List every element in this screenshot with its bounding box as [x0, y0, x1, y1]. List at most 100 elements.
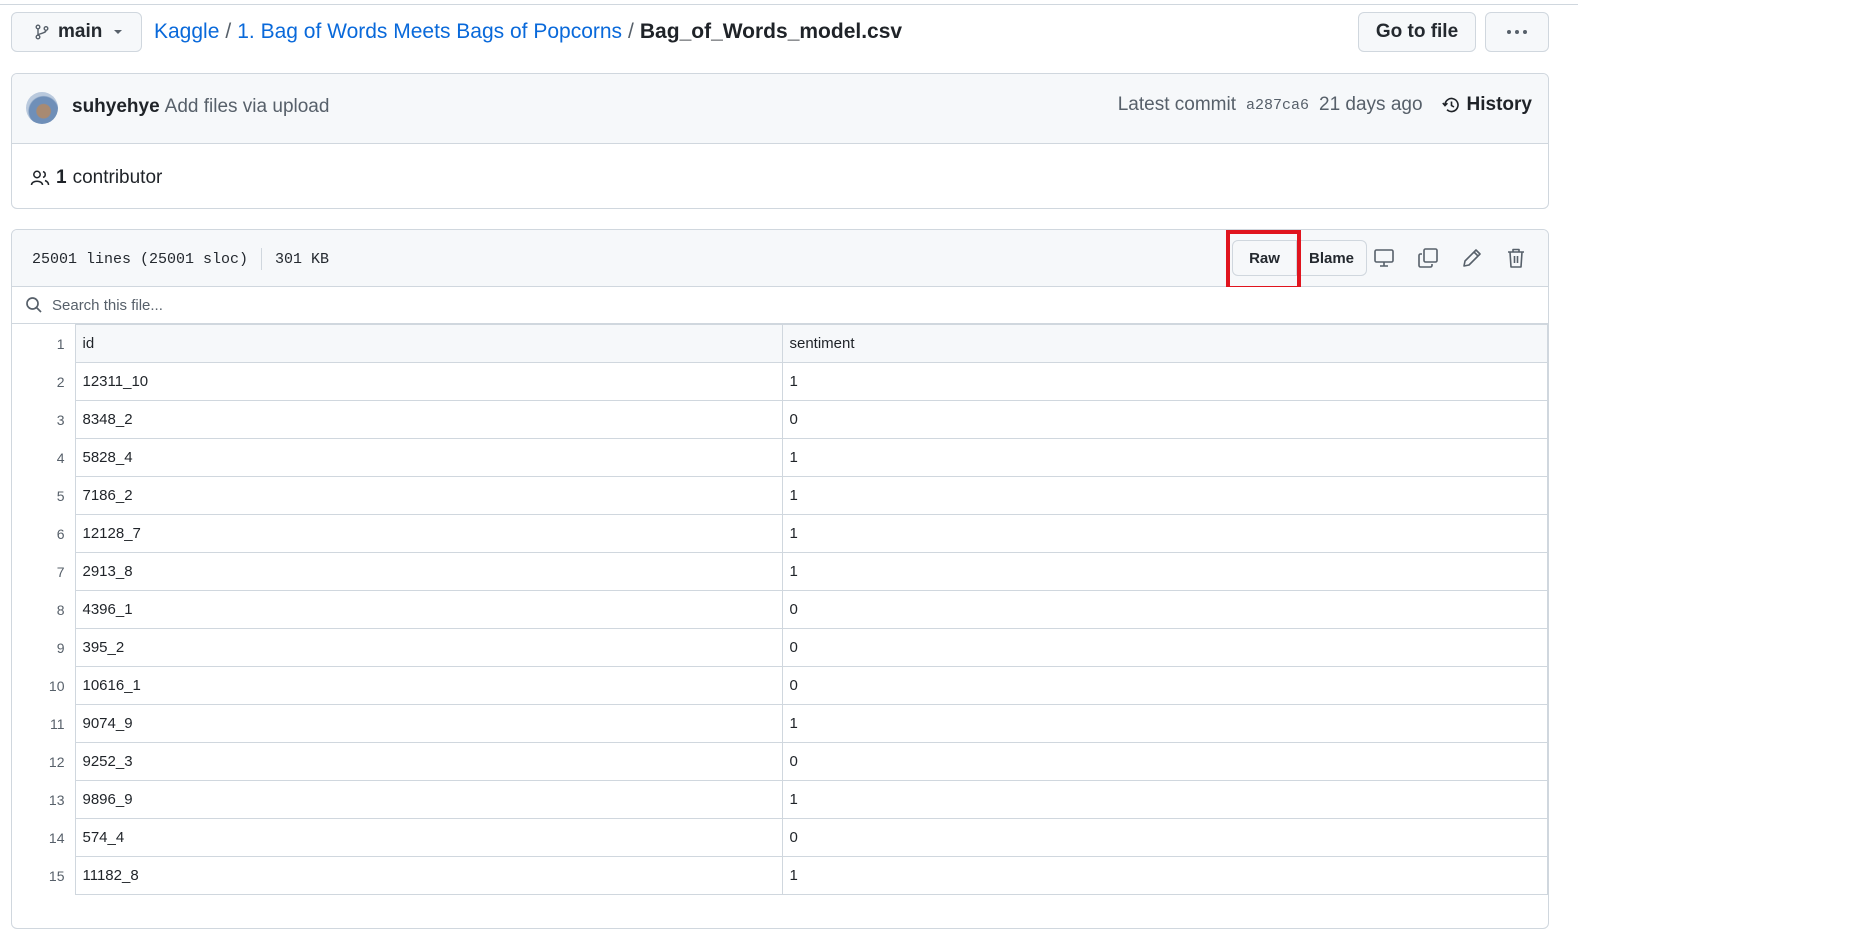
commit-message[interactable]: Add files via upload — [165, 96, 330, 117]
breadcrumb: Kaggle /1. Bag of Words Meets Bags of Pop… — [154, 20, 902, 44]
search-icon — [26, 297, 42, 313]
branch-name: main — [58, 21, 103, 42]
cell-id: 9074_9 — [74, 704, 783, 743]
cell-id: 8348_2 — [74, 400, 783, 439]
cell-id: 2913_8 — [74, 552, 783, 591]
line-number[interactable]: 4 — [12, 438, 75, 477]
cell-id: 5828_4 — [74, 438, 783, 477]
more-options-button[interactable] — [1485, 12, 1549, 52]
cell-id: 4396_1 — [74, 590, 783, 629]
cell-sentiment: 1 — [781, 780, 1548, 819]
line-number[interactable]: 8 — [12, 590, 75, 629]
line-number[interactable]: 14 — [12, 818, 75, 857]
line-number[interactable]: 15 — [12, 856, 75, 895]
cell-sentiment: 1 — [781, 552, 1548, 591]
line-number[interactable]: 13 — [12, 780, 75, 819]
display-icon — [1374, 249, 1394, 267]
table-row: 8 4396_1 0 — [12, 590, 1548, 629]
table-row: 13 9896_9 1 — [12, 780, 1548, 819]
cell-sentiment: 0 — [781, 666, 1548, 705]
top-divider — [0, 4, 1578, 5]
copy-raw-button[interactable] — [1414, 244, 1442, 272]
breadcrumb-separator: / — [225, 20, 232, 43]
file-header: 25001 lines (25001 sloc) 301 KB Raw Blam… — [12, 230, 1548, 290]
display-rendered-button[interactable] — [1370, 244, 1398, 272]
latest-commit-box: suhyehye Add files via upload Latest comm… — [11, 73, 1549, 209]
table-row: 10 10616_1 0 — [12, 666, 1548, 705]
line-number[interactable]: 12 — [12, 742, 75, 781]
contributor-count: 1 — [56, 167, 67, 188]
commit-header: suhyehye Add files via upload Latest comm… — [12, 74, 1548, 144]
cell-id: 12128_7 — [74, 514, 783, 553]
line-number[interactable]: 11 — [12, 704, 75, 743]
table-row: 15 11182_8 1 — [12, 856, 1548, 895]
table-row: 2 12311_10 1 — [12, 362, 1548, 401]
table-row: 6 12128_7 1 — [12, 514, 1548, 553]
cell-sentiment: 0 — [781, 818, 1548, 857]
table-row: 11 9074_9 1 — [12, 704, 1548, 743]
cell-id: 11182_8 — [74, 856, 783, 895]
people-icon — [30, 170, 50, 186]
history-button[interactable]: History — [1441, 94, 1532, 116]
cell-sentiment: 1 — [781, 514, 1548, 553]
chevron-down-icon — [114, 30, 123, 34]
kebab-horizontal-icon — [1507, 30, 1527, 34]
line-number[interactable]: 6 — [12, 514, 75, 553]
raw-blame-group: Raw Blame — [1232, 240, 1367, 276]
edit-file-button[interactable] — [1458, 244, 1486, 272]
csv-table: 1 id sentiment 2 12311_10 1 3 8348_2 0 4 5828_4… — [12, 324, 1548, 895]
line-number[interactable]: 5 — [12, 476, 75, 515]
breadcrumb-file-name: Bag_of_Words_model.csv — [639, 20, 903, 43]
latest-commit-label: Latest commit — [1117, 94, 1236, 115]
delete-file-button[interactable] — [1502, 244, 1530, 272]
cell-id: 10616_1 — [74, 666, 783, 705]
git-branch-icon — [35, 24, 49, 40]
file-search-row — [12, 287, 1548, 324]
history-label: History — [1466, 94, 1532, 115]
cell-id: 9252_3 — [74, 742, 783, 781]
branch-select-button[interactable]: main — [11, 12, 142, 52]
table-row: 7 2913_8 1 — [12, 552, 1548, 591]
cell-id: 574_4 — [74, 818, 783, 857]
line-number[interactable]: 2 — [12, 362, 75, 401]
contributors-link[interactable]: 1 contributor — [30, 167, 162, 189]
cell-sentiment: 1 — [781, 704, 1548, 743]
table-row: 4 5828_4 1 — [12, 438, 1548, 477]
trash-icon — [1508, 248, 1524, 268]
line-number[interactable]: 1 — [12, 324, 75, 363]
column-header-id: id — [74, 324, 783, 363]
cell-sentiment: 1 — [781, 362, 1548, 401]
line-number[interactable]: 3 — [12, 400, 75, 439]
cell-id: 7186_2 — [74, 476, 783, 515]
file-info: 25001 lines (25001 sloc) 301 KB — [32, 248, 329, 270]
cell-sentiment: 1 — [781, 856, 1548, 895]
cell-id: 9896_9 — [74, 780, 783, 819]
cell-sentiment: 1 — [781, 438, 1548, 477]
file-search-input[interactable] — [52, 293, 652, 317]
line-number[interactable]: 9 — [12, 628, 75, 667]
line-number[interactable]: 10 — [12, 666, 75, 705]
commit-summary: suhyehye Add files via upload — [72, 96, 329, 118]
history-icon — [1441, 97, 1459, 113]
table-row: 5 7186_2 1 — [12, 476, 1548, 515]
column-header-sentiment: sentiment — [781, 324, 1548, 363]
commit-author-link[interactable]: suhyehye — [72, 96, 160, 117]
raw-button[interactable]: Raw — [1232, 240, 1297, 276]
avatar[interactable] — [26, 92, 58, 124]
go-to-file-button[interactable]: Go to file — [1358, 12, 1476, 52]
line-number[interactable]: 7 — [12, 552, 75, 591]
cell-id: 395_2 — [74, 628, 783, 667]
table-row: 9 395_2 0 — [12, 628, 1548, 667]
commit-hash-link[interactable]: a287ca6 — [1246, 97, 1309, 114]
blame-button[interactable]: Blame — [1297, 240, 1367, 276]
breadcrumb-folder-link[interactable]: 1. Bag of Words Meets Bags of Popcorns — [237, 20, 622, 43]
breadcrumb-repo-link[interactable]: Kaggle — [154, 20, 219, 43]
cell-sentiment: 1 — [781, 476, 1548, 515]
file-viewer: 25001 lines (25001 sloc) 301 KB Raw Blam… — [11, 229, 1549, 929]
table-row: 14 574_4 0 — [12, 818, 1548, 857]
file-info-divider — [261, 248, 263, 270]
file-line-count: 25001 lines (25001 sloc) — [32, 250, 249, 268]
cell-sentiment: 0 — [781, 400, 1548, 439]
table-header-row: 1 id sentiment — [12, 324, 1548, 363]
cell-sentiment: 0 — [781, 628, 1548, 667]
